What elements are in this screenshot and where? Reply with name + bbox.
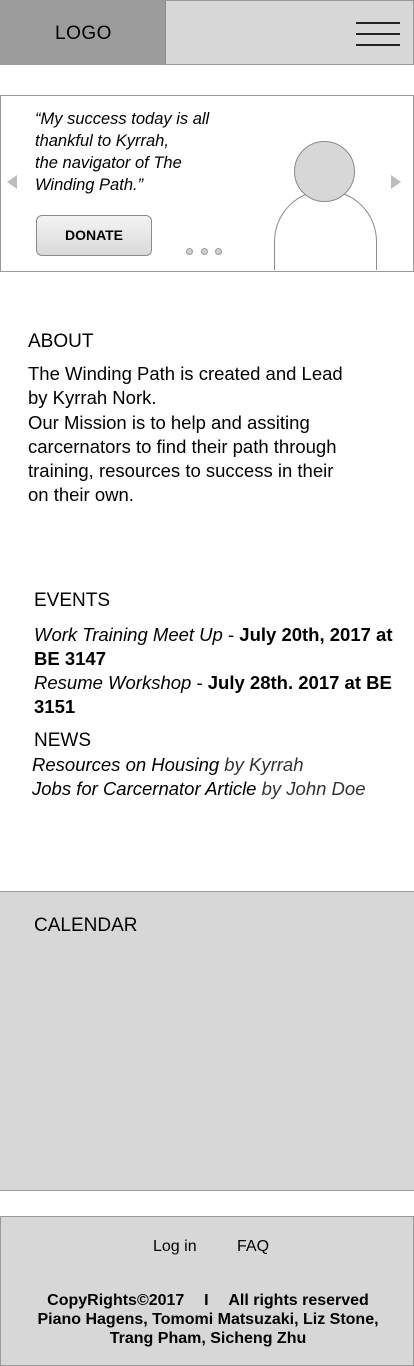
about-line: on their own. [28, 484, 134, 506]
event-link[interactable]: Work Training Meet Up [34, 624, 223, 645]
quote-line: the navigator of The [35, 154, 182, 172]
copyright-text: CopyRights©2017 I All rights reserved Pian… [1, 1291, 414, 1348]
about-line: by Kyrrah Nork. [28, 387, 157, 409]
credits-line: Trang Pham, Sicheng Zhu [109, 1330, 307, 1347]
events-list: Work Training Meet Up - July 20th, 2017 … [34, 623, 404, 719]
event-separator: - [222, 624, 240, 645]
quote-line: Winding Path.” [35, 176, 144, 194]
triangle-right-icon[interactable] [391, 175, 401, 189]
quote-line: “My success today is all [35, 110, 210, 128]
carousel-dot[interactable] [186, 248, 193, 255]
news-item: Jobs for Carcernator Article by John Doe [32, 777, 392, 801]
about-line: Our Mission is to help and assiting [28, 411, 310, 433]
logo-text[interactable]: LOGO [1, 23, 166, 45]
event-separator: - [191, 672, 208, 693]
event-item: Work Training Meet Up - July 20th, 2017 … [34, 623, 404, 671]
about-line: carcernators to find their path through [28, 435, 337, 457]
triangle-left-icon[interactable] [7, 175, 17, 189]
separator: I [204, 1292, 209, 1309]
news-byline: by Kyrrah [219, 754, 304, 775]
news-link[interactable]: Resources on Housing [32, 754, 219, 775]
carousel-dot[interactable] [215, 248, 222, 255]
hamburger-menu-icon[interactable] [356, 20, 400, 48]
about-line: training, resources to success in their [28, 460, 334, 482]
news-link[interactable]: Jobs for Carcernator Article [32, 778, 256, 799]
news-heading: NEWS [34, 730, 91, 751]
faq-link[interactable]: FAQ [237, 1238, 269, 1256]
event-item: Resume Workshop - July 28th. 2017 at BE … [34, 671, 404, 719]
copyright: CopyRights©2017 [47, 1292, 185, 1309]
news-byline: by John Doe [256, 778, 366, 799]
event-link[interactable]: Resume Workshop [34, 672, 191, 693]
calendar-heading: CALENDAR [34, 915, 138, 936]
events-heading: EVENTS [34, 590, 111, 611]
logo[interactable]: LOGO [1, 1, 166, 65]
person-head-shape [294, 141, 355, 202]
rights: All rights reserved [228, 1292, 369, 1309]
about-text: The Winding Path is created and Lead by … [28, 362, 388, 508]
about-line: The Winding Path is created and Lead [28, 363, 343, 384]
person-placeholder-icon [274, 190, 377, 270]
news-item: Resources on Housing by Kyrrah [32, 753, 392, 777]
calendar-section[interactable]: CALENDAR [0, 891, 414, 1191]
login-link[interactable]: Log in [153, 1238, 197, 1256]
credits-line: Piano Hagens, Tomomi Matsuzaki, Liz Ston… [37, 1311, 379, 1328]
testimonial-quote: “My success today is all thankful to Kyr… [35, 108, 255, 196]
site-header: LOGO [0, 0, 414, 65]
donate-button[interactable]: DONATE [36, 215, 152, 256]
news-list: Resources on Housing by Kyrrah Jobs for … [32, 753, 392, 801]
hero-carousel: “My success today is all thankful to Kyr… [0, 95, 414, 272]
site-footer: Log in FAQ CopyRights©2017 I All rights re… [0, 1216, 414, 1366]
carousel-dot[interactable] [201, 248, 208, 255]
quote-line: thankful to Kyrrah, [35, 132, 169, 150]
about-heading: ABOUT [28, 331, 94, 352]
